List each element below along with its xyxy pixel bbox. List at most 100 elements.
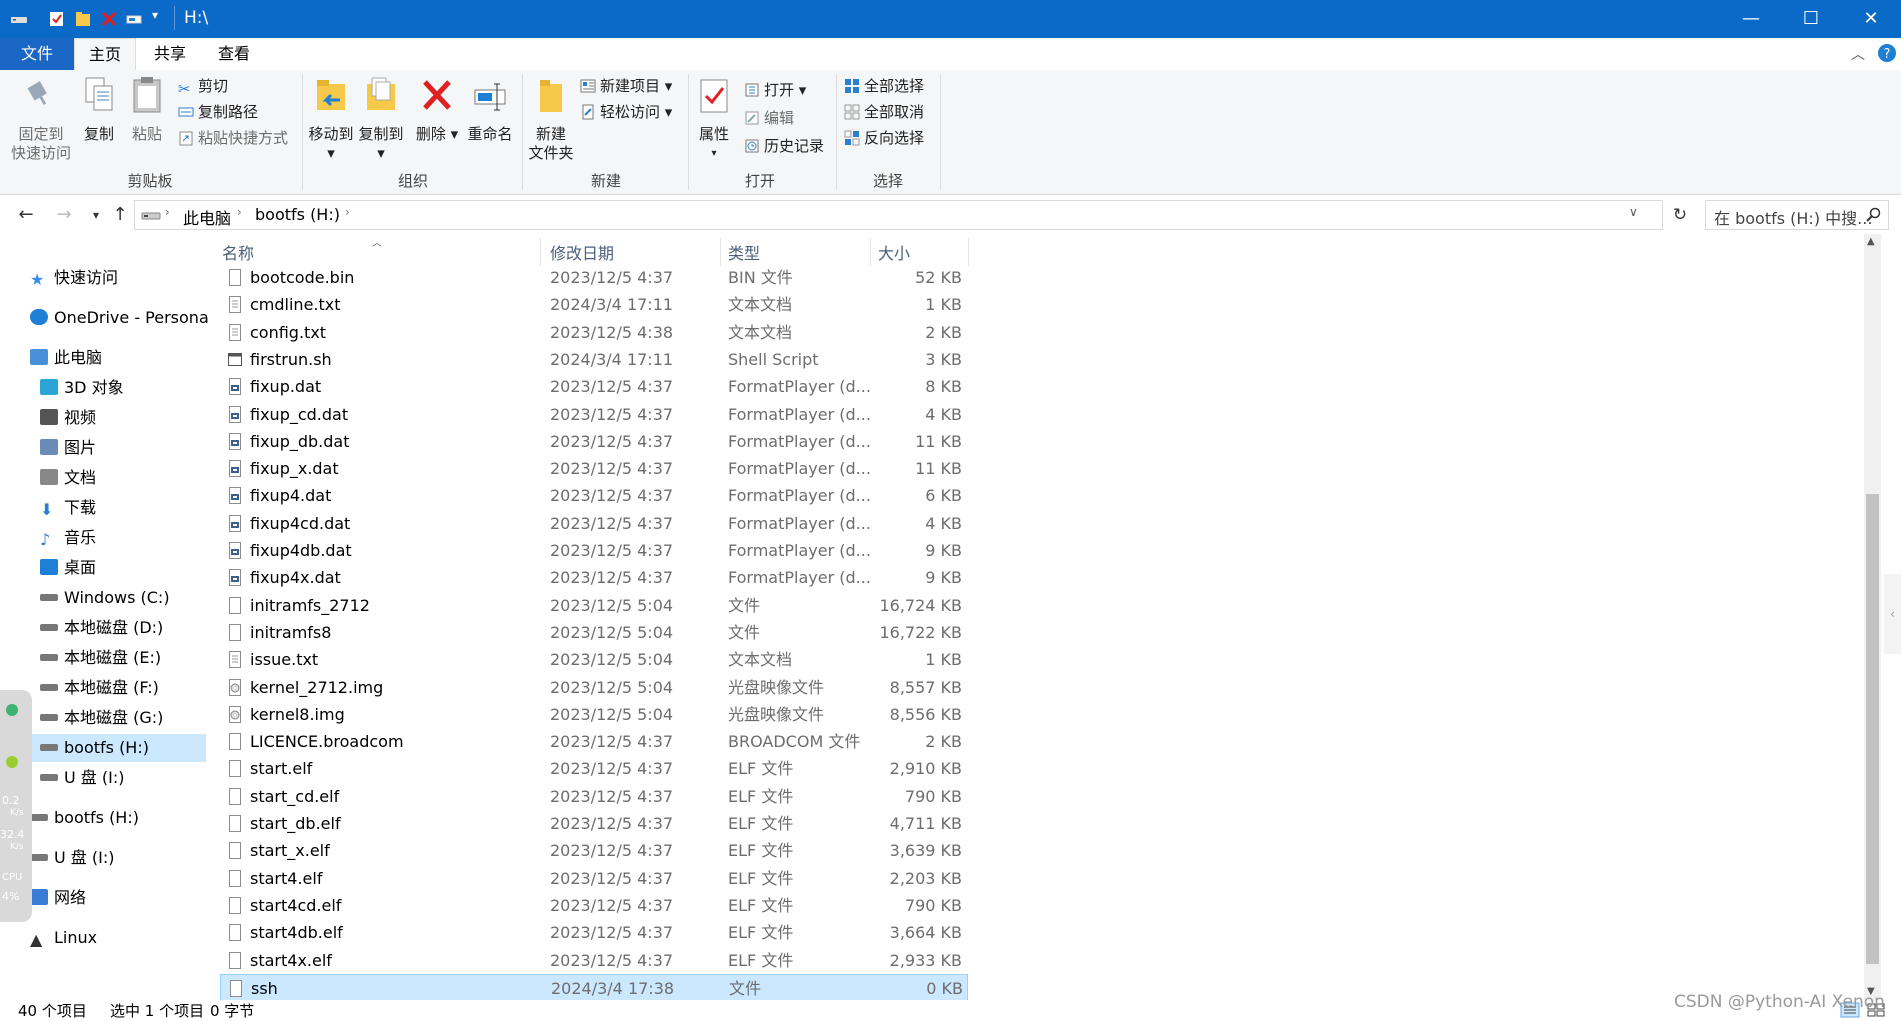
nav-item[interactable]: U 盘 (I:) bbox=[30, 844, 194, 872]
nav-item[interactable]: 此电脑 bbox=[30, 344, 194, 372]
tab-share[interactable]: 共享 bbox=[140, 38, 200, 70]
paste-shortcut-button[interactable]: 粘贴快捷方式 bbox=[178, 126, 288, 150]
file-row[interactable]: ssh 2024/3/4 17:38 文件 0 KB bbox=[220, 973, 968, 1001]
nav-item[interactable]: 视频 bbox=[40, 404, 194, 432]
file-row[interactable]: start_db.elf 2023/12/5 4:37 ELF 文件 4,711 KB bbox=[220, 810, 968, 837]
file-row[interactable]: fixup4x.dat 2023/12/5 4:37 FormatPlayer (d… bbox=[220, 564, 968, 591]
column-separator[interactable] bbox=[540, 238, 541, 266]
side-collapse-chevron-icon[interactable]: ‹ bbox=[1884, 574, 1901, 654]
delete-icon[interactable] bbox=[100, 10, 118, 28]
nav-item[interactable]: 桌面 bbox=[40, 554, 194, 582]
nav-item[interactable]: bootfs (H:) bbox=[30, 804, 194, 832]
nav-item[interactable]: ♪ 音乐 bbox=[40, 524, 194, 552]
file-row[interactable]: fixup_db.dat 2023/12/5 4:37 FormatPlayer (… bbox=[220, 428, 968, 455]
copy-path-button[interactable]: 复制路径 bbox=[178, 100, 258, 124]
delete-button[interactable]: 删除 ▾ bbox=[414, 76, 460, 144]
new-item-button[interactable]: 新建项目 ▾ bbox=[580, 74, 672, 98]
nav-item[interactable]: bootfs (H:) bbox=[30, 734, 206, 762]
breadcrumb-chevron-icon[interactable]: › bbox=[237, 205, 242, 219]
breadcrumb-chevron-icon[interactable]: › bbox=[345, 205, 350, 219]
select-all-button[interactable]: 全部选择 bbox=[844, 74, 924, 98]
file-row[interactable]: kernel8.img 2023/12/5 5:04 光盘映像文件 8,556 KB bbox=[220, 701, 968, 728]
history-button[interactable]: 历史记录 bbox=[744, 134, 824, 158]
customize-quick-access-chevron-icon[interactable]: ▾ bbox=[152, 8, 158, 22]
file-row[interactable]: initramfs_2712 2023/12/5 5:04 文件 16,724 KB bbox=[220, 592, 968, 619]
close-button[interactable]: ✕ bbox=[1841, 0, 1901, 38]
file-row[interactable]: start4db.elf 2023/12/5 4:37 ELF 文件 3,664 KB bbox=[220, 919, 968, 946]
nav-item[interactable]: 网络 bbox=[30, 884, 194, 912]
copy-button[interactable]: 复制 bbox=[76, 76, 122, 144]
nav-item[interactable]: Windows (C:) bbox=[40, 584, 194, 612]
scroll-up-arrow-icon[interactable]: ▲ bbox=[1867, 236, 1875, 247]
column-header-size[interactable]: 大小 bbox=[878, 234, 910, 266]
move-to-button[interactable]: 移动到 ▾ bbox=[306, 76, 356, 163]
file-row[interactable]: bootcode.bin 2023/12/5 4:37 BIN 文件 52 KB bbox=[220, 264, 968, 291]
file-row[interactable]: fixup.dat 2023/12/5 4:37 FormatPlayer (d..… bbox=[220, 373, 968, 400]
file-row[interactable]: issue.txt 2023/12/5 5:04 文本文档 1 KB bbox=[220, 646, 968, 673]
file-row[interactable]: fixup4.dat 2023/12/5 4:37 FormatPlayer (d.… bbox=[220, 482, 968, 509]
cut-button[interactable]: ✂ 剪切 bbox=[178, 74, 228, 98]
nav-item[interactable]: ▲ Linux bbox=[30, 924, 194, 952]
properties-icon[interactable] bbox=[48, 10, 66, 28]
vertical-scrollbar[interactable]: ▲ ▼ bbox=[1864, 234, 1881, 1000]
column-header-name[interactable]: 名称 bbox=[222, 234, 254, 266]
select-none-button[interactable]: 全部取消 bbox=[844, 100, 924, 124]
help-icon[interactable]: ? bbox=[1877, 43, 1897, 63]
column-separator[interactable] bbox=[870, 238, 871, 266]
back-arrow-icon[interactable]: ← bbox=[12, 202, 40, 228]
properties-button[interactable]: 属性 ▾ bbox=[692, 76, 736, 163]
column-header-type[interactable]: 类型 bbox=[728, 234, 760, 266]
address-bar[interactable]: › 此电脑 › bootfs (H:) › ∨ bbox=[134, 200, 1663, 230]
column-header-date[interactable]: 修改日期 bbox=[550, 234, 614, 266]
nav-item[interactable]: ⬇ 下载 bbox=[40, 494, 194, 522]
search-input[interactable]: 在 bootfs (H:) 中搜... bbox=[1705, 200, 1889, 230]
new-folder-icon[interactable] bbox=[74, 10, 92, 28]
easy-access-button[interactable]: 轻松访问 ▾ bbox=[580, 100, 672, 124]
file-row[interactable]: initramfs8 2023/12/5 5:04 文件 16,722 KB bbox=[220, 619, 968, 646]
file-row[interactable]: fixup4cd.dat 2023/12/5 4:37 FormatPlayer (… bbox=[220, 510, 968, 537]
properties-dropdown-icon[interactable]: ▾ bbox=[692, 144, 736, 163]
file-row[interactable]: start_cd.elf 2023/12/5 4:37 ELF 文件 790 KB bbox=[220, 783, 968, 810]
nav-item[interactable]: 本地磁盘 (G:) bbox=[40, 704, 194, 732]
collapse-ribbon-icon[interactable]: ︿ bbox=[1851, 44, 1865, 64]
tab-file[interactable]: 文件 bbox=[0, 38, 74, 70]
open-button[interactable]: 打开 ▾ bbox=[744, 78, 806, 102]
breadcrumb-chevron-icon[interactable]: › bbox=[165, 205, 170, 219]
file-row[interactable]: start4cd.elf 2023/12/5 4:37 ELF 文件 790 KB bbox=[220, 892, 968, 919]
copy-to-button[interactable]: 复制到 ▾ bbox=[356, 76, 406, 163]
edit-button[interactable]: 编辑 bbox=[744, 106, 794, 130]
nav-item[interactable]: 文档 bbox=[40, 464, 194, 492]
invert-selection-button[interactable]: 反向选择 bbox=[844, 126, 924, 150]
nav-item[interactable]: 本地磁盘 (F:) bbox=[40, 674, 194, 702]
paste-button[interactable]: 粘贴 bbox=[124, 76, 170, 144]
new-folder-button[interactable]: 新建 文件夹 bbox=[526, 76, 576, 163]
file-row[interactable]: firstrun.sh 2024/3/4 17:11 Shell Script 3 K… bbox=[220, 346, 968, 373]
tab-home[interactable]: 主页 bbox=[74, 38, 136, 71]
nav-item[interactable]: 3D 对象 bbox=[40, 374, 194, 402]
file-row[interactable]: kernel_2712.img 2023/12/5 5:04 光盘映像文件 8,557… bbox=[220, 674, 968, 701]
breadcrumb-this-pc[interactable]: 此电脑 bbox=[183, 205, 231, 229]
nav-item[interactable]: ★ 快速访问 bbox=[30, 264, 194, 292]
up-arrow-icon[interactable]: ↑ bbox=[106, 202, 134, 228]
maximize-button[interactable]: ☐ bbox=[1781, 0, 1841, 38]
refresh-icon[interactable]: ↻ bbox=[1666, 202, 1694, 228]
file-row[interactable]: start4.elf 2023/12/5 4:37 ELF 文件 2,203 KB bbox=[220, 865, 968, 892]
minimize-button[interactable]: — bbox=[1721, 0, 1781, 38]
nav-item[interactable]: U 盘 (I:) bbox=[40, 764, 194, 792]
address-history-chevron-icon[interactable]: ∨ bbox=[1629, 205, 1638, 219]
column-separator[interactable] bbox=[968, 238, 969, 266]
pin-to-quick-access-button[interactable]: 固定到 快速访问 bbox=[6, 76, 76, 163]
forward-arrow-icon[interactable]: → bbox=[50, 202, 78, 228]
file-row[interactable]: LICENCE.broadcom 2023/12/5 4:37 BROADCOM 文… bbox=[220, 728, 968, 755]
nav-item[interactable]: 本地磁盘 (D:) bbox=[40, 614, 194, 642]
file-row[interactable]: start_x.elf 2023/12/5 4:37 ELF 文件 3,639 KB bbox=[220, 837, 968, 864]
file-row[interactable]: fixup_x.dat 2023/12/5 4:37 FormatPlayer (d… bbox=[220, 455, 968, 482]
file-row[interactable]: start4x.elf 2023/12/5 4:37 ELF 文件 2,933 KB bbox=[220, 947, 968, 974]
rename-button[interactable]: 重命名 bbox=[462, 76, 518, 144]
nav-item[interactable]: OneDrive - Persona bbox=[30, 304, 209, 332]
file-row[interactable]: cmdline.txt 2024/3/4 17:11 文本文档 1 KB bbox=[220, 291, 968, 318]
file-row[interactable]: fixup_cd.dat 2023/12/5 4:37 FormatPlayer (… bbox=[220, 401, 968, 428]
nav-item[interactable]: 图片 bbox=[40, 434, 194, 462]
file-row[interactable]: fixup4db.dat 2023/12/5 4:37 FormatPlayer (… bbox=[220, 537, 968, 564]
rename-icon[interactable] bbox=[126, 10, 144, 28]
